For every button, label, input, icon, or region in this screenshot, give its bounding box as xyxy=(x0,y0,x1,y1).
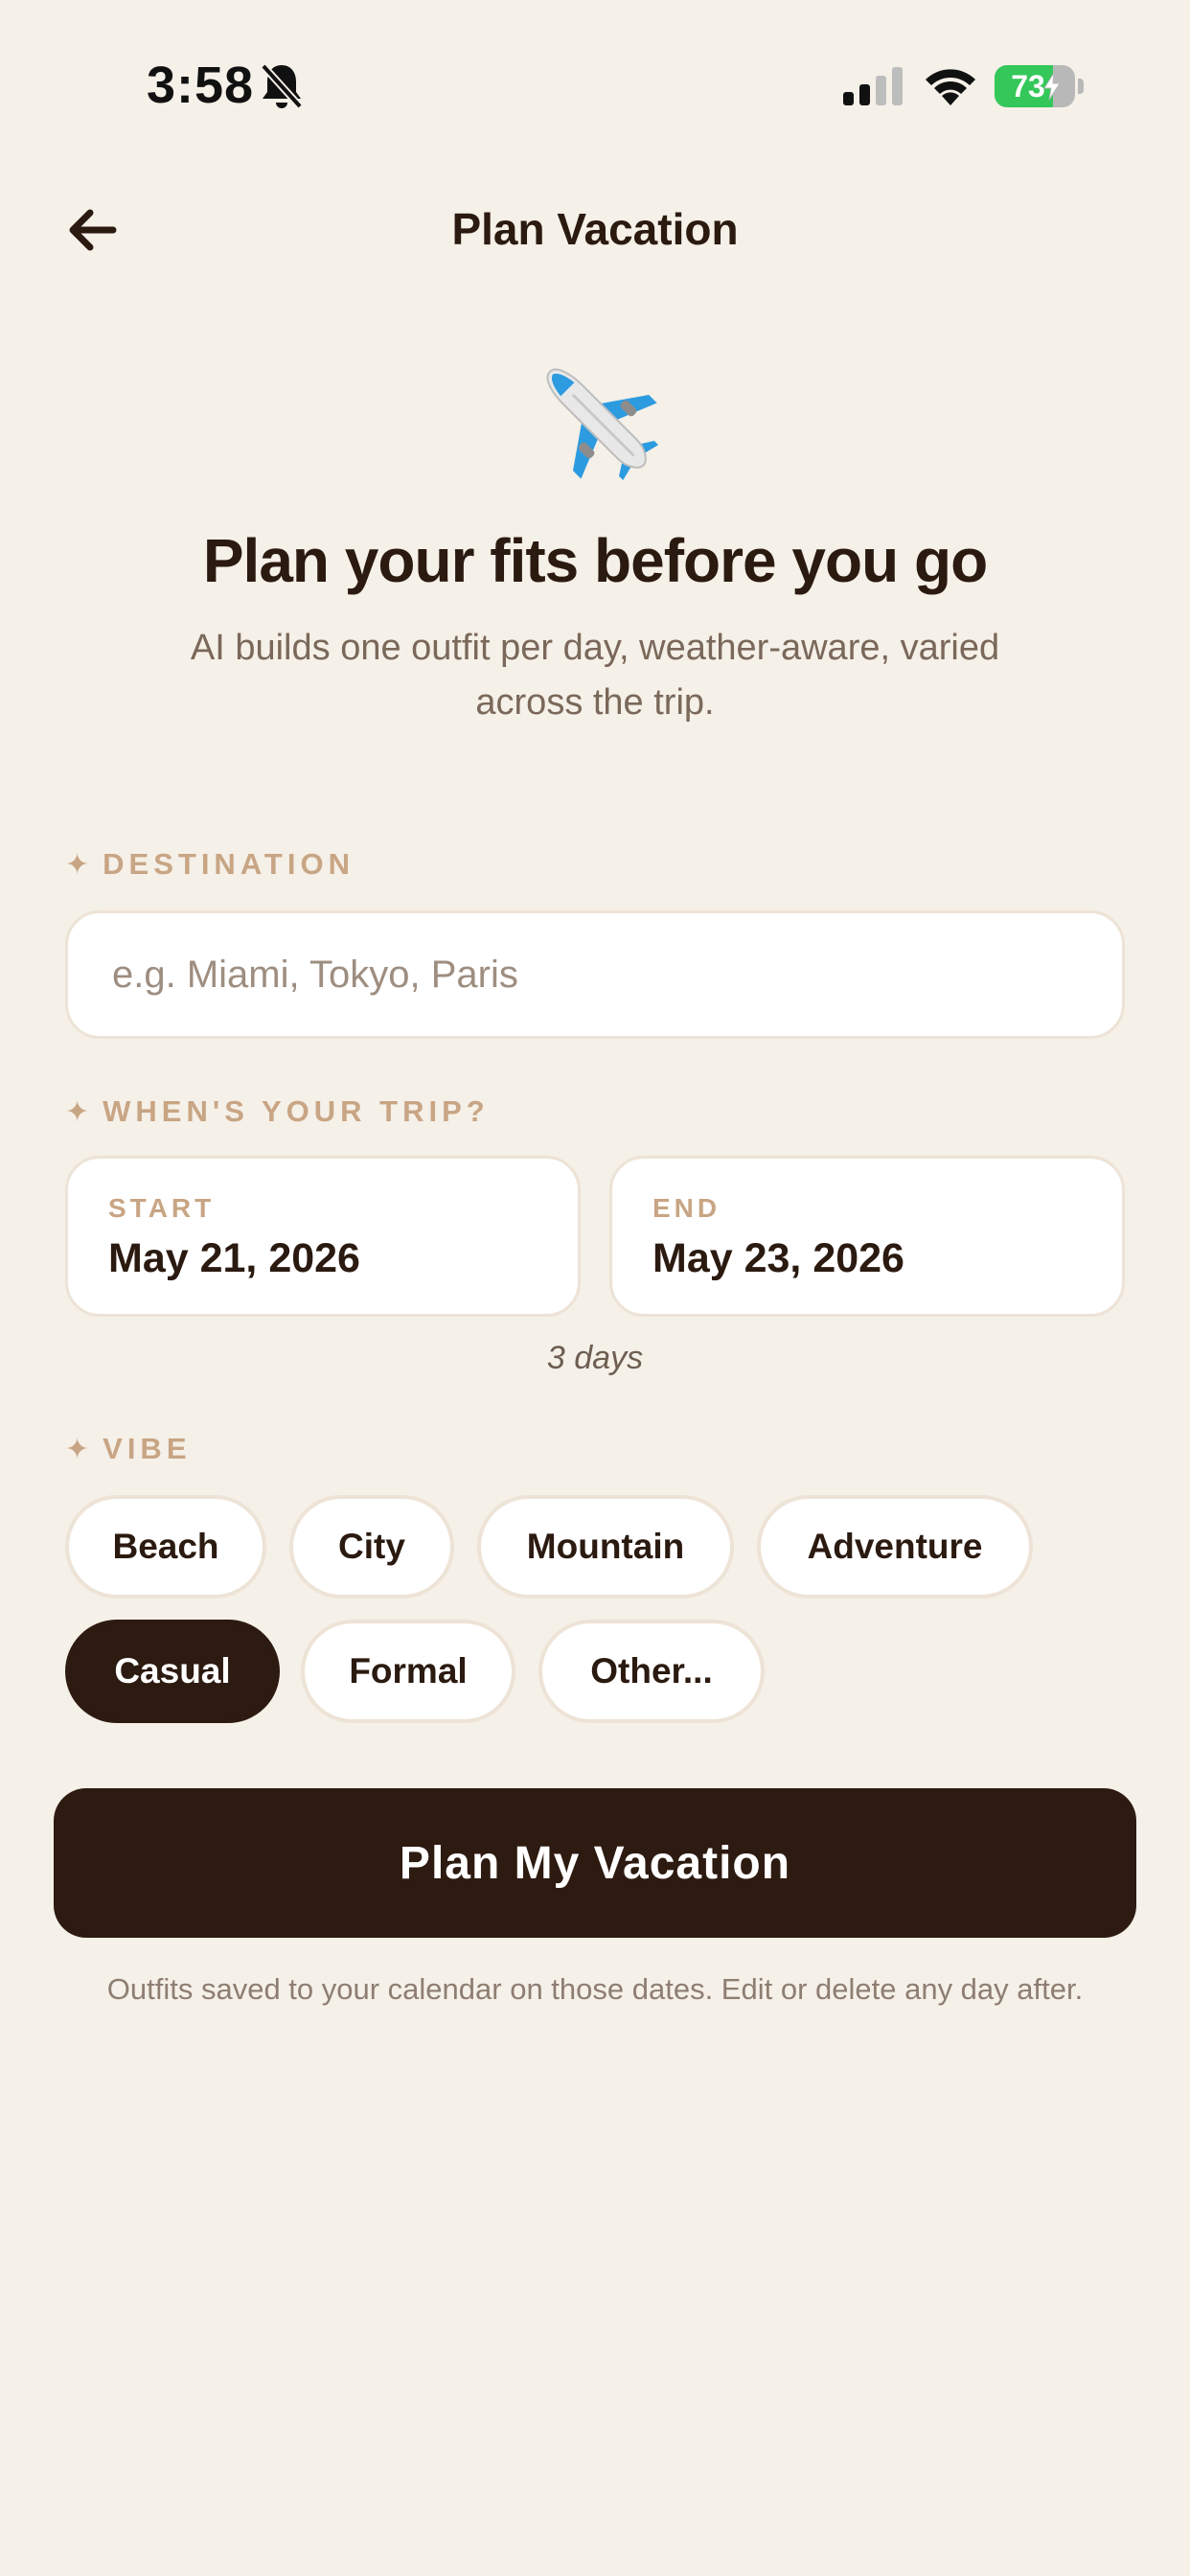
nav-bar: Plan Vacation xyxy=(0,182,1190,278)
trip-label: ✦ WHEN'S YOUR TRIP? xyxy=(65,1094,490,1129)
status-bar: 3:58 73 xyxy=(0,0,1190,172)
vibe-chip-mountain[interactable]: Mountain xyxy=(477,1495,734,1598)
vibe-chip-formal[interactable]: Formal xyxy=(301,1620,515,1723)
vibe-chip-casual[interactable]: Casual xyxy=(65,1620,280,1723)
destination-label-text: DESTINATION xyxy=(103,847,355,881)
destination-input[interactable] xyxy=(65,910,1125,1039)
vibe-chip-beach[interactable]: Beach xyxy=(65,1495,266,1598)
plan-vacation-button[interactable]: Plan My Vacation xyxy=(54,1788,1136,1938)
battery-level: 73 xyxy=(1011,69,1045,104)
end-date-label: END xyxy=(652,1193,721,1223)
hero-subtitle: AI builds one outfit per day, weather-aw… xyxy=(190,628,1000,723)
cellular-signal-icon xyxy=(843,67,903,105)
footer-note: Outfits saved to your calendar on those … xyxy=(106,1972,1084,2006)
end-date-value: May 23, 2026 xyxy=(652,1235,904,1281)
start-date-value: May 21, 2026 xyxy=(108,1235,360,1281)
destination-label: ✦ DESTINATION xyxy=(65,847,355,882)
wifi-icon xyxy=(926,69,975,105)
sparkle-icon: ✦ xyxy=(65,848,90,881)
status-time: 3:58 xyxy=(147,57,255,114)
start-date-picker[interactable]: START May 21, 2026 xyxy=(65,1156,581,1317)
page-title: Plan Vacation xyxy=(451,204,739,254)
trip-label-text: WHEN'S YOUR TRIP? xyxy=(103,1094,490,1128)
charging-bolt-icon xyxy=(1043,73,1061,100)
sparkle-icon: ✦ xyxy=(65,1095,90,1128)
vibe-label-text: VIBE xyxy=(103,1432,192,1465)
trip-duration: 3 days xyxy=(546,1340,644,1376)
bell-slash-icon xyxy=(261,63,303,109)
hero-title: Plan your fits before you go xyxy=(202,526,988,595)
vibe-chip-other[interactable]: Other... xyxy=(538,1620,765,1723)
vibe-label: ✦ VIBE xyxy=(65,1432,192,1466)
airplane-icon xyxy=(546,368,659,481)
vibe-chip-adventure[interactable]: Adventure xyxy=(757,1495,1033,1598)
sparkle-icon: ✦ xyxy=(65,1433,90,1465)
battery-indicator: 73 xyxy=(995,65,1084,107)
vibe-chip-city[interactable]: City xyxy=(289,1495,454,1598)
end-date-picker[interactable]: END May 23, 2026 xyxy=(609,1156,1125,1317)
start-date-label: START xyxy=(108,1193,216,1223)
